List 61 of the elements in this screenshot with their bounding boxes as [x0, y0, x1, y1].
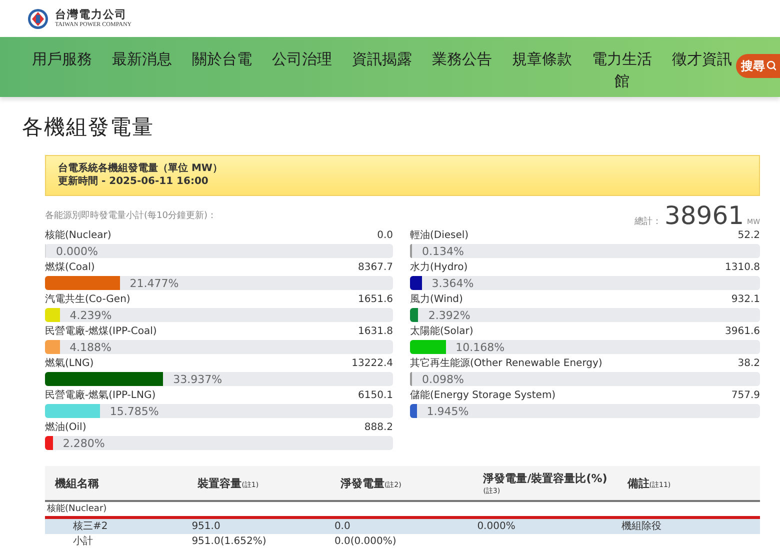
source-name: 燃氣(LNG): [45, 357, 94, 371]
table-cell: 小計: [45, 534, 188, 549]
source-value: 1631.8: [358, 325, 393, 339]
source-name: 水力(Hydro): [410, 260, 468, 275]
column-header: 機組名稱: [45, 466, 188, 501]
source-value: 6150.1: [358, 389, 393, 403]
percent-label: 4.239%: [68, 308, 112, 322]
percent-label: 3.364%: [430, 276, 474, 290]
source-name: 風力(Wind): [410, 292, 463, 307]
source-value: 13222.4: [352, 357, 393, 371]
source-name: 民營電廠-燃煤(IPP-Coal): [45, 324, 157, 339]
percent-label: 33.937%: [172, 372, 222, 386]
source-name: 民營電廠-燃氣(IPP-LNG): [45, 388, 156, 403]
percent-label: 0.134%: [421, 244, 464, 258]
logo-icon: [27, 8, 49, 30]
source-value: 757.9: [731, 389, 760, 403]
source-name: 汽電共生(Co-Gen): [45, 292, 130, 307]
nav-link[interactable]: 電力生活館: [590, 48, 654, 92]
source-value: 888.2: [364, 421, 393, 435]
source-name: 輕油(Diesel): [410, 228, 469, 243]
nav-link[interactable]: 徵才資訊: [670, 48, 734, 70]
percent-label: 10.168%: [454, 340, 505, 354]
table-cell: 0.0(0.000%): [330, 534, 474, 549]
source-name: 太陽能(Solar): [410, 324, 474, 339]
search-button[interactable]: 搜尋: [736, 54, 780, 78]
source-name: 燃煤(Coal): [45, 261, 95, 275]
source-value: 1310.8: [725, 261, 760, 275]
search-icon: [766, 60, 776, 72]
source-value: 8367.7: [358, 261, 393, 275]
percent-label: 15.785%: [108, 404, 159, 418]
source-value: 0.0: [377, 229, 393, 243]
logo-title: 台灣電力公司: [55, 8, 128, 20]
source-value: 1651.6: [358, 293, 393, 307]
source-value: 3961.6: [725, 325, 760, 339]
nav-link[interactable]: 用戶服務: [30, 48, 94, 70]
percent-label: 21.477%: [128, 276, 179, 290]
nav-link[interactable]: 關於台電: [190, 48, 254, 70]
summary-caption: 各能源別即時發電量小計(每10分鐘更新)：: [45, 210, 216, 223]
notice-panel: 台電系統各機組發電量（單位 MW） 更新時間 - 2025-06-11 16:00: [45, 155, 760, 196]
source-value: 932.1: [731, 293, 760, 307]
total-value: 38961: [664, 204, 744, 228]
source-name: 儲能(Energy Storage System): [410, 388, 556, 403]
percent-label: 0.098%: [421, 372, 464, 386]
page-title: 各機組發電量: [22, 114, 155, 141]
table-cell: 951.0(1.652%): [188, 534, 330, 549]
nav-link[interactable]: 資訊揭露: [350, 48, 414, 70]
nav-link[interactable]: 業務公告: [430, 48, 494, 70]
nav-link[interactable]: 最新消息: [110, 48, 174, 70]
source-value: 38.2: [738, 357, 760, 371]
source-name: 其它再生能源(Other Renewable Energy): [410, 356, 602, 371]
percent-label: 0.000%: [55, 244, 98, 258]
source-value: 52.2: [738, 229, 760, 243]
percent-label: 2.392%: [427, 308, 470, 322]
nav-link[interactable]: 公司治理: [270, 48, 334, 70]
total-label: 總計：: [634, 216, 662, 228]
percent-label: 1.945%: [426, 404, 469, 418]
percent-label: 4.188%: [68, 340, 112, 354]
source-name: 核能(Nuclear): [45, 228, 112, 243]
nav-link[interactable]: 規章條款: [510, 48, 574, 70]
percent-label: 2.280%: [62, 436, 105, 450]
source-name: 燃油(Oil): [45, 420, 86, 435]
